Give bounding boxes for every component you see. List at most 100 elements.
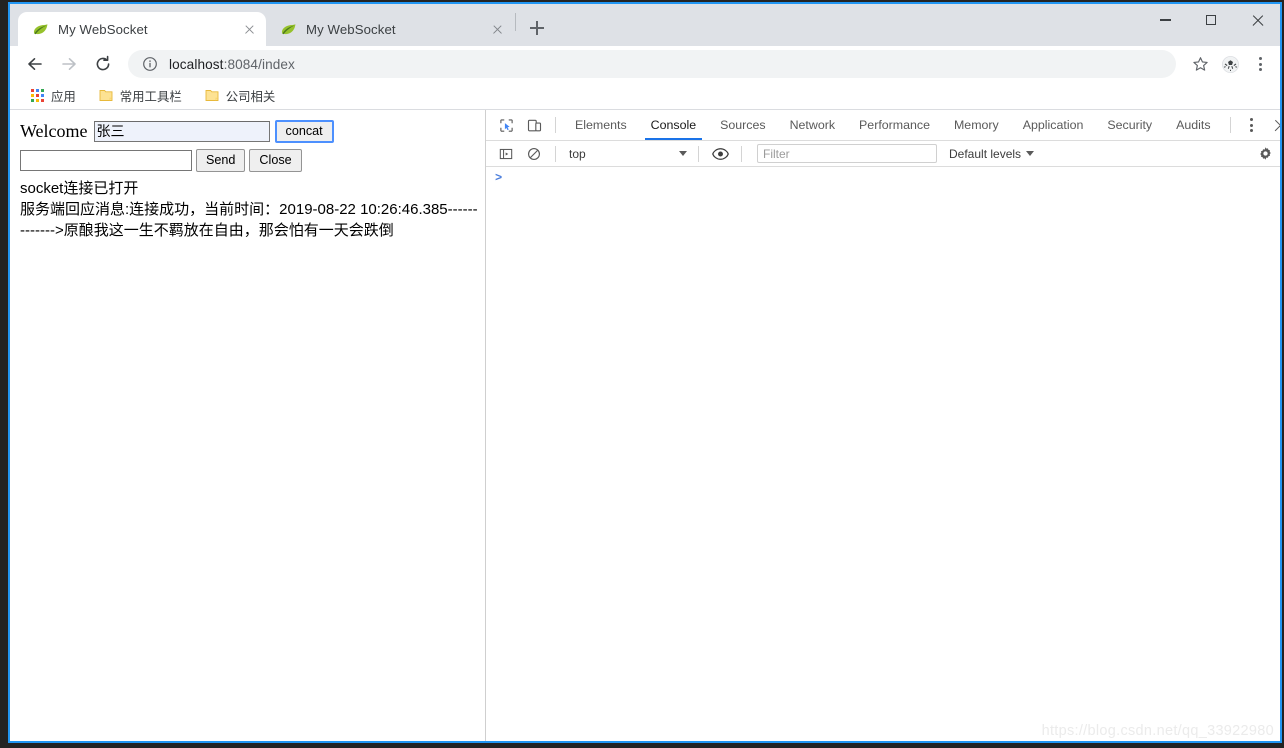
browser-tab-1[interactable]: My WebSocket	[18, 12, 266, 46]
devtools-tab-console[interactable]: Console	[639, 110, 708, 140]
console-context-value: top	[569, 146, 586, 161]
log-line: 服务端回应消息:连接成功，当前时间：2019-08-22 10:26:46.38…	[20, 201, 478, 239]
content-area: Welcome concat Send Close socket连接已打开 服务…	[10, 110, 1280, 741]
divider	[698, 145, 699, 162]
close-icon[interactable]	[241, 21, 258, 38]
star-icon	[1192, 56, 1208, 71]
welcome-row: Welcome concat	[20, 119, 477, 143]
devtools-tab-security[interactable]: Security	[1095, 110, 1164, 140]
close-icon[interactable]	[489, 21, 506, 38]
url-path: :8084/index	[223, 56, 295, 72]
live-expression-eye-icon	[711, 147, 729, 160]
devtools-tab-audits[interactable]: Audits	[1164, 110, 1222, 140]
divider	[1229, 117, 1231, 133]
device-toolbar-button[interactable]	[520, 112, 548, 138]
info-circle-icon[interactable]	[142, 56, 158, 72]
devtools-tab-performance[interactable]: Performance	[847, 110, 942, 140]
close-window-button[interactable]	[1234, 4, 1280, 36]
address-bar[interactable]: localhost:8084/index	[128, 50, 1176, 78]
message-log: socket连接已打开 服务端回应消息:连接成功，当前时间：2019-08-22…	[20, 178, 482, 241]
web-page-viewport: Welcome concat Send Close socket连接已打开 服务…	[10, 110, 486, 741]
close-icon	[1251, 14, 1264, 27]
bookmark-label: 公司相关	[225, 89, 276, 104]
bookmark-label: 应用	[51, 89, 76, 104]
username-input[interactable]	[93, 120, 270, 142]
divider	[555, 117, 556, 133]
clear-console-icon	[528, 147, 540, 160]
apps-grid-icon	[31, 89, 44, 102]
chevron-down-icon	[679, 151, 687, 156]
console-context-selector[interactable]: top	[563, 144, 691, 164]
browser-window: My WebSocket My WebSocket localhost:8084…	[8, 2, 1282, 743]
browser-menu-button[interactable]	[1246, 50, 1274, 78]
desktop-background: My WebSocket My WebSocket localhost:8084…	[0, 0, 1284, 748]
console-output[interactable]: > https://blog.csdn.net/qq_33922980	[486, 167, 1280, 741]
devtools-close-button[interactable]	[1266, 112, 1280, 138]
three-dot-menu-icon	[1258, 57, 1262, 71]
devtools-tab-sources[interactable]: Sources	[708, 110, 777, 140]
devtools-tabbar: Elements Console Sources Network Perform…	[486, 110, 1280, 141]
console-levels-selector[interactable]: Default levels	[949, 146, 1035, 161]
leaf-icon	[280, 21, 297, 38]
browser-toolbar: localhost:8084/index	[10, 46, 1280, 82]
profile-avatar-icon	[1221, 55, 1239, 73]
maximize-button[interactable]	[1188, 4, 1234, 36]
bookmark-star-button[interactable]	[1186, 50, 1214, 78]
reload-button[interactable]	[88, 49, 118, 79]
log-line: socket连接已打开	[20, 180, 139, 197]
devtools-tab-memory[interactable]: Memory	[942, 110, 1011, 140]
inspect-element-icon	[499, 118, 513, 132]
bookmark-folder-2[interactable]: 公司相关	[202, 85, 279, 107]
forward-button[interactable]	[54, 49, 84, 79]
browser-tab-2[interactable]: My WebSocket	[266, 12, 514, 46]
back-arrow-icon	[28, 58, 42, 70]
devtools-panel: Elements Console Sources Network Perform…	[486, 110, 1280, 741]
minimize-button[interactable]	[1142, 4, 1188, 36]
devtools-tab-elements[interactable]: Elements	[563, 110, 639, 140]
chevron-down-icon	[1026, 151, 1035, 156]
prompt-caret-icon: >	[495, 171, 503, 185]
folder-icon	[99, 89, 113, 102]
console-toolbar: top Default levels	[486, 141, 1280, 167]
tab-title: My WebSocket	[306, 21, 396, 37]
device-toggle-icon	[527, 119, 541, 131]
close-socket-button[interactable]: Close	[249, 148, 302, 172]
profile-button[interactable]	[1216, 50, 1244, 78]
concat-button[interactable]: concat	[274, 119, 334, 143]
back-button[interactable]	[20, 49, 50, 79]
console-levels-value: Default levels	[949, 146, 1022, 161]
inspect-element-button[interactable]	[492, 112, 520, 138]
console-sidebar-button[interactable]	[492, 141, 520, 167]
folder-icon	[205, 89, 219, 102]
tab-title: My WebSocket	[58, 21, 148, 37]
live-expression-button[interactable]	[706, 141, 734, 167]
send-button[interactable]: Send	[196, 148, 246, 172]
new-tab-button[interactable]	[523, 14, 551, 42]
url-text: localhost:8084/index	[169, 57, 295, 72]
watermark-text: https://blog.csdn.net/qq_33922980	[1041, 723, 1274, 739]
divider	[555, 145, 556, 162]
tab-strip: My WebSocket My WebSocket	[10, 4, 1280, 46]
settings-gear-icon	[1260, 147, 1271, 160]
devtools-tab-application[interactable]: Application	[1011, 110, 1096, 140]
forward-arrow-icon	[62, 58, 76, 70]
kebab-menu-icon	[1250, 118, 1254, 132]
clear-console-button[interactable]	[520, 141, 548, 167]
welcome-label: Welcome	[20, 120, 88, 141]
maximize-icon	[1206, 15, 1216, 25]
bookmark-apps[interactable]: 应用	[28, 85, 79, 107]
reload-icon	[96, 55, 110, 71]
leaf-icon	[32, 21, 49, 38]
devtools-more-button[interactable]	[1238, 112, 1266, 138]
console-filter-input[interactable]	[757, 144, 937, 163]
message-input[interactable]	[20, 149, 192, 171]
devtools-tab-network[interactable]: Network	[778, 110, 847, 140]
console-prompt-row[interactable]: >	[486, 167, 1280, 189]
tab-divider	[515, 12, 516, 31]
bookmark-folder-1[interactable]: 常用工具栏	[96, 85, 185, 107]
bookmarks-bar: 应用 常用工具栏 公司相关	[10, 82, 1280, 110]
bookmark-label: 常用工具栏	[119, 89, 182, 104]
close-devtools-icon	[1273, 118, 1280, 132]
console-settings-button[interactable]	[1258, 146, 1273, 161]
console-sidebar-icon	[499, 148, 513, 159]
